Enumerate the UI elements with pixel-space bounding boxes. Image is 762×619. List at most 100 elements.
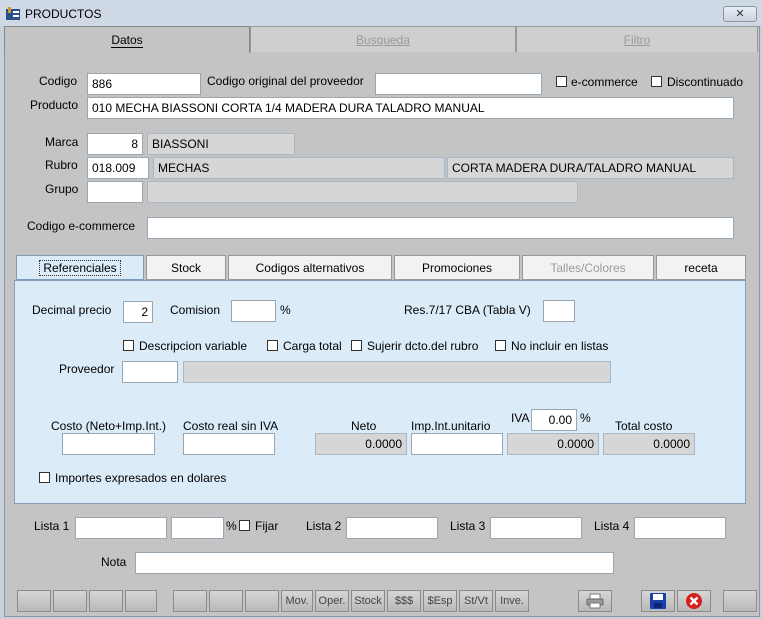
ecommerce-label: e-commerce — [571, 75, 638, 89]
sujerir-label: Sujerir dcto.del rubro — [367, 339, 479, 353]
toolbar-button-last[interactable] — [723, 590, 757, 612]
costo-real-input[interactable] — [183, 433, 275, 455]
ecommerce-checkbox[interactable] — [556, 76, 567, 87]
subtab-referenciales-label: Referenciales — [39, 260, 121, 276]
iva-label: IVA — [511, 411, 530, 425]
lista1-input[interactable] — [75, 517, 167, 539]
nota-label: Nota — [101, 555, 127, 569]
res-input[interactable] — [543, 300, 575, 322]
subtab-stock[interactable]: Stock — [146, 255, 226, 280]
delete-icon — [686, 593, 702, 609]
neto-field: 0.0000 — [315, 433, 407, 455]
comision-label: Comision — [170, 303, 221, 317]
grupo-code-input[interactable] — [87, 181, 143, 203]
codigo-prov-input[interactable] — [375, 73, 542, 95]
rubro-label: Rubro — [45, 158, 78, 172]
tab-datos[interactable]: Datos — [4, 26, 250, 53]
lista2-label: Lista 2 — [306, 519, 342, 533]
toolbar-button-6[interactable] — [209, 590, 243, 612]
dolares-checkbox[interactable] — [39, 472, 50, 483]
descripcion-variable-label: Descripcion variable — [139, 339, 248, 353]
tab-datos-label: Datos — [111, 33, 143, 48]
fijar-label: Fijar — [255, 519, 279, 533]
subtab-codigos-alternativos[interactable]: Codigos alternativos — [228, 255, 392, 280]
inve-button[interactable]: Inve. — [495, 590, 529, 612]
proveedor-label: Proveedor — [59, 362, 115, 376]
print-button[interactable] — [578, 590, 612, 612]
rubro-code-input[interactable]: 018.009 — [87, 157, 149, 179]
producto-input[interactable]: 010 MECHA BIASSONI CORTA 1/4 MADERA DURA… — [87, 97, 734, 119]
toolbar-button-1[interactable] — [17, 590, 51, 612]
iva-amount-field: 0.0000 — [507, 433, 599, 455]
carga-total-checkbox[interactable] — [267, 340, 278, 351]
comision-input[interactable] — [231, 300, 276, 322]
codigo-input[interactable]: 886 — [87, 73, 201, 95]
title-bar — [0, 0, 762, 26]
descripcion-variable-checkbox[interactable] — [123, 340, 134, 351]
codigo-prov-label: Codigo original del proveedor — [207, 74, 364, 88]
oper-button[interactable]: Oper. — [315, 590, 349, 612]
toolbar-button-4[interactable] — [125, 590, 157, 612]
sujerir-checkbox[interactable] — [351, 340, 362, 351]
dolares-label: Importes expresados en dolares — [55, 471, 227, 485]
imp-label: Imp.Int.unitario — [411, 419, 491, 433]
codigo-ecommerce-label: Codigo e-commerce — [27, 219, 136, 233]
lista3-input[interactable] — [490, 517, 582, 539]
iva-percent: % — [580, 411, 591, 425]
nota-input[interactable] — [135, 552, 614, 574]
tab-busqueda-label: Busqueda — [355, 33, 411, 47]
save-icon — [650, 593, 666, 609]
res-label: Res.7/17 CBA (Tabla V) — [404, 303, 531, 317]
close-button[interactable]: ✕ — [723, 6, 757, 22]
no-incluir-label: No incluir en listas — [511, 339, 609, 353]
tab-busqueda[interactable]: Busqueda — [250, 26, 516, 52]
subtab-talles-colores[interactable]: Talles/Colores — [522, 255, 654, 280]
stvt-button[interactable]: St/Vt — [459, 590, 493, 612]
toolbar-button-3[interactable] — [89, 590, 123, 612]
subtab-promociones[interactable]: Promociones — [394, 255, 520, 280]
lista1-label: Lista 1 — [34, 519, 70, 533]
codigo-ecommerce-input[interactable] — [147, 217, 734, 239]
total-field: 0.0000 — [603, 433, 695, 455]
grupo-name-field — [147, 181, 578, 203]
rubro-name-field: MECHAS — [153, 157, 445, 179]
total-label: Total costo — [615, 419, 673, 433]
codigo-label: Codigo — [39, 74, 78, 88]
stock-button[interactable]: Stock — [351, 590, 385, 612]
marca-label: Marca — [45, 135, 79, 149]
tab-filtro-label: Filtro — [623, 33, 651, 47]
comision-percent: % — [280, 303, 291, 317]
marca-name-field: BIASSONI — [147, 133, 295, 155]
lista4-input[interactable] — [634, 517, 726, 539]
save-button[interactable] — [641, 590, 675, 612]
lista1-percent-input[interactable] — [171, 517, 224, 539]
delete-button[interactable] — [677, 590, 711, 612]
decimal-precio-input[interactable]: 2 — [123, 301, 153, 323]
toolbar-button-7[interactable] — [245, 590, 279, 612]
toolbar-button-5[interactable] — [173, 590, 207, 612]
discontinuado-checkbox[interactable] — [651, 76, 662, 87]
window-title: PRODUCTOS — [25, 7, 102, 21]
no-incluir-checkbox[interactable] — [495, 340, 506, 351]
subtab-receta[interactable]: receta — [656, 255, 746, 280]
subtab-referenciales[interactable]: Referenciales — [16, 255, 144, 280]
precios-button[interactable]: $$$ — [387, 590, 421, 612]
marca-code-input[interactable]: 8 — [87, 133, 143, 155]
costo-label: Costo (Neto+Imp.Int.) — [51, 419, 167, 433]
fijar-checkbox[interactable] — [239, 520, 250, 531]
imp-input[interactable] — [411, 433, 503, 455]
tab-filtro[interactable]: Filtro — [516, 26, 758, 52]
rubro-desc-field: CORTA MADERA DURA/TALADRO MANUAL — [447, 157, 734, 179]
esp-button[interactable]: $Esp — [423, 590, 457, 612]
costo-input[interactable] — [62, 433, 155, 455]
neto-label: Neto — [351, 419, 377, 433]
proveedor-code-input[interactable] — [122, 361, 178, 383]
toolbar-button-2[interactable] — [53, 590, 87, 612]
lista3-label: Lista 3 — [450, 519, 486, 533]
carga-total-label: Carga total — [283, 339, 342, 353]
iva-input[interactable]: 0.00 — [531, 409, 577, 431]
mov-button[interactable]: Mov. — [281, 590, 313, 612]
printer-icon — [586, 593, 604, 609]
proveedor-name-field — [183, 361, 611, 383]
lista2-input[interactable] — [346, 517, 438, 539]
